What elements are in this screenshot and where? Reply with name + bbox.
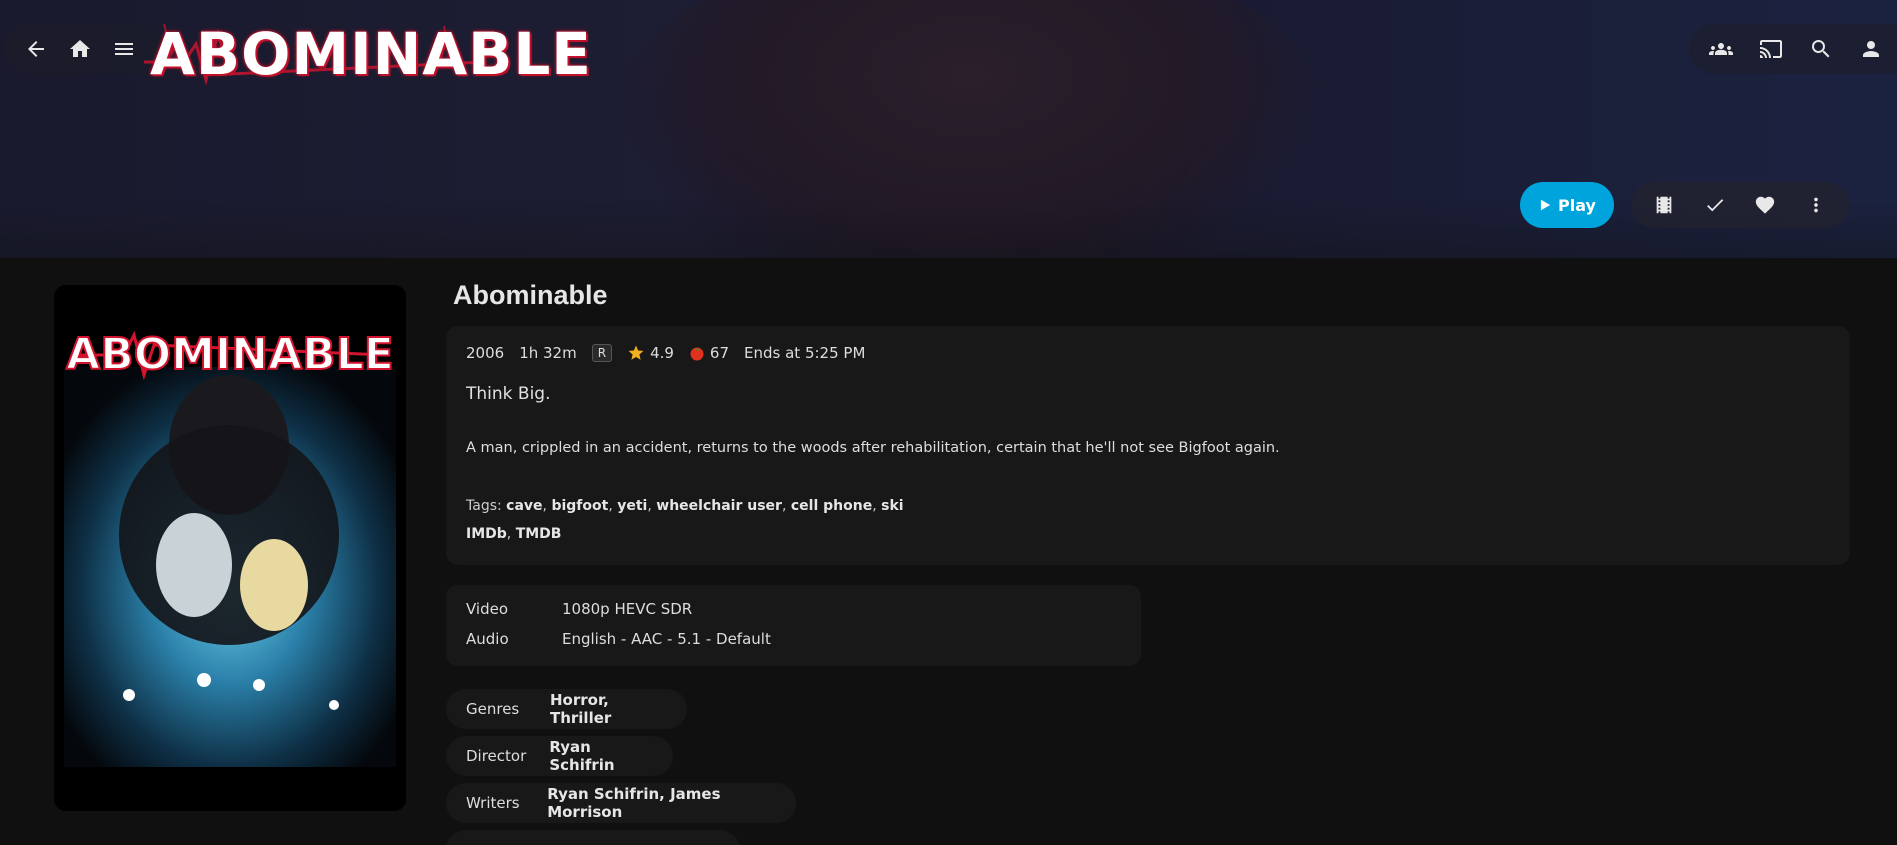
movie-poster[interactable]: ABOMINABLE	[54, 285, 406, 811]
search-button[interactable]	[1799, 27, 1843, 71]
genres-value: Horror, Thriller	[549, 691, 612, 727]
menu-button[interactable]	[102, 27, 146, 71]
writer-link[interactable]: Ryan Schifrin	[547, 785, 659, 803]
tag-link[interactable]: wheelchair user	[656, 498, 782, 514]
tag-link[interactable]: yeti	[617, 498, 647, 514]
more-vertical-icon	[1813, 197, 1818, 213]
genre-link[interactable]: Horror	[550, 691, 603, 709]
check-icon	[1706, 199, 1723, 212]
community-rating: 4.9	[627, 344, 674, 362]
runtime: 1h 32m	[519, 344, 577, 362]
menu-icon	[115, 43, 133, 55]
director-value: Ryan Schifrin	[549, 738, 653, 774]
genres-pill: Genres Horror, Thriller	[446, 689, 687, 729]
media-info-card: Video 1080p HEVC SDR Audio English - AAC…	[446, 585, 1141, 666]
user-button[interactable]	[1849, 27, 1893, 71]
overview: A man, crippled in an accident, returns …	[466, 440, 1280, 456]
header-right-group	[1689, 24, 1897, 74]
video-label: Video	[466, 600, 509, 618]
critic-rating: 67	[689, 344, 729, 362]
tomato-icon	[690, 347, 704, 361]
tagline: Think Big.	[466, 384, 551, 404]
writers-label: Writers	[466, 794, 520, 812]
home-icon	[70, 40, 90, 57]
back-arrow-icon	[28, 41, 44, 57]
director-pill: Director Ryan Schifrin	[446, 736, 673, 776]
heart-icon	[1756, 196, 1775, 214]
movie-logo: ABOMINABLE	[144, 14, 591, 104]
video-row[interactable]: Video 1080p HEVC SDR	[466, 600, 692, 618]
movie-details-page: ABOMINABLE Play ABOMINABLE Abominable 20…	[0, 0, 1897, 845]
header-left-group	[4, 24, 166, 74]
tags-line: Tags: cave, bigfoot, yeti, wheelchair us…	[466, 498, 904, 514]
more-button[interactable]	[1794, 183, 1838, 227]
audio-row[interactable]: Audio English - AAC - 5.1 - Default	[466, 630, 771, 648]
tag-link[interactable]: bigfoot	[551, 498, 608, 514]
trailer-button[interactable]	[1642, 183, 1686, 227]
action-button-group	[1631, 182, 1849, 228]
info-card: 2006 1h 32m R 4.9 67 Ends at 5:25 PM Thi…	[446, 326, 1850, 565]
favorite-button[interactable]	[1743, 183, 1787, 227]
community-rating-value: 4.9	[650, 344, 674, 362]
video-value: 1080p HEVC SDR	[562, 600, 693, 618]
writers-value: Ryan Schifrin, James Morrison	[547, 785, 721, 821]
writers-pill: Writers Ryan Schifrin, James Morrison	[446, 783, 796, 823]
audio-label: Audio	[466, 630, 509, 648]
ends-at: Ends at 5:25 PM	[744, 344, 866, 362]
genres-label: Genres	[466, 700, 520, 718]
tags-label: Tags:	[466, 498, 502, 514]
year: 2006	[466, 344, 505, 362]
logo-text: ABOMINABLE	[150, 20, 592, 88]
back-button[interactable]	[14, 27, 58, 71]
official-rating-badge: R	[591, 344, 613, 362]
external-links: IMDb, TMDB	[466, 526, 562, 542]
page-title: Abominable	[453, 280, 608, 310]
meta-row: 2006 1h 32m R 4.9 67 Ends at 5:25 PM	[466, 344, 865, 362]
people-icon	[1709, 43, 1733, 55]
star-icon	[628, 345, 644, 360]
cast-icon	[1760, 40, 1782, 58]
tag-link[interactable]: cave	[506, 498, 542, 514]
syncplay-button[interactable]	[1699, 27, 1743, 71]
search-icon	[1812, 40, 1830, 58]
play-icon	[1540, 199, 1551, 211]
home-button[interactable]	[58, 27, 102, 71]
tmdb-link[interactable]: TMDB	[516, 526, 562, 542]
tag-link[interactable]: ski	[881, 498, 903, 514]
studios-pill	[446, 830, 740, 845]
play-button[interactable]: Play	[1520, 182, 1614, 228]
director-label: Director	[466, 747, 527, 765]
audio-value: English - AAC - 5.1 - Default	[562, 630, 771, 648]
cast-button[interactable]	[1749, 27, 1793, 71]
mark-played-button[interactable]	[1693, 183, 1737, 227]
genre-link[interactable]: Thriller	[550, 709, 611, 727]
play-label: Play	[1558, 195, 1596, 215]
critic-rating-value: 67	[709, 344, 730, 362]
trailer-icon	[1656, 196, 1672, 214]
imdb-link[interactable]: IMDb	[466, 526, 507, 542]
tag-link[interactable]: cell phone	[791, 498, 872, 514]
user-icon	[1863, 41, 1879, 57]
director-link[interactable]: Ryan Schifrin	[549, 738, 614, 774]
poster-title: ABOMINABLE	[66, 329, 394, 380]
poster-artwork: ABOMINABLE	[54, 285, 406, 811]
